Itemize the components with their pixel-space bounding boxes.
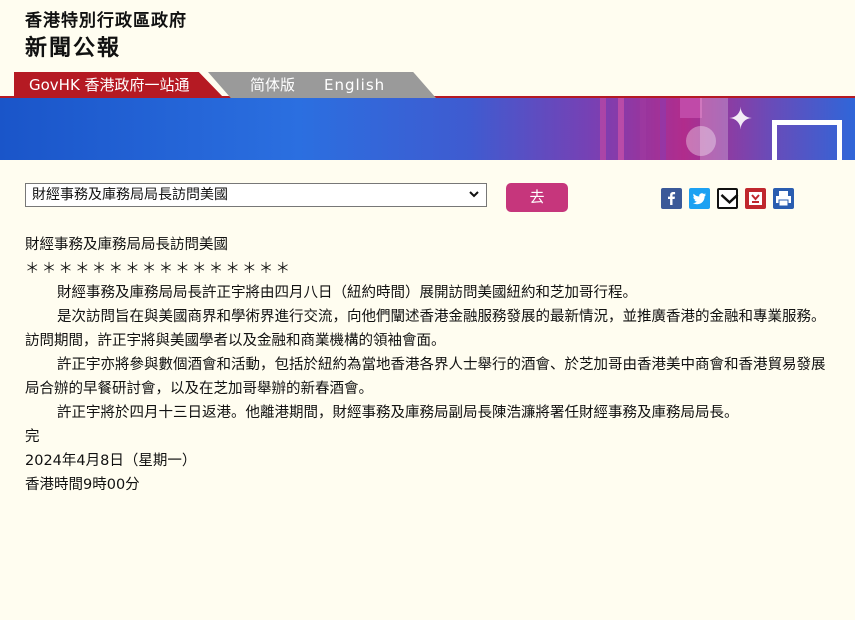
govhk-link[interactable]: GovHK 香港政府一站通 [14, 72, 224, 98]
chevron-down-icon [468, 184, 480, 214]
banner-frame [772, 120, 842, 160]
article-title: 財經事務及庫務局局長訪問美國 [25, 237, 228, 253]
banner-stripe [640, 98, 646, 160]
press-releases-title[interactable]: 新聞公報 [25, 30, 121, 62]
sparkle-icon: ✦ [728, 102, 754, 137]
go-button[interactable]: 去 [506, 183, 568, 212]
language-tabs: 简体版 English [208, 72, 436, 98]
news-select-dropdown[interactable]: 財經事務及庫務局局長訪問美國 [25, 183, 487, 207]
top-nav: GovHK 香港政府一站通 简体版 English [0, 72, 855, 98]
email-icon[interactable] [717, 188, 739, 209]
facebook-icon[interactable] [661, 188, 682, 209]
release-date: 2024年4月8日（星期一） [25, 453, 197, 469]
article-paragraph: 許正宇將於四月十三日返港。他離港期間，財經事務及庫務局副局長陳浩濂將署任財經事務… [57, 405, 739, 421]
select-value: 財經事務及庫務局局長訪問美國 [32, 187, 228, 203]
english-link[interactable]: English [324, 72, 385, 98]
banner-stripe [660, 98, 666, 160]
article-body: 財經事務及庫務局局長訪問美國 ＊＊＊＊＊＊＊＊＊＊＊＊＊＊＊＊ 財經事務及庫務局… [25, 233, 835, 497]
release-time: 香港時間9時00分 [25, 477, 140, 493]
article-paragraph: 財經事務及庫務局局長許正宇將由四月八日（紐約時間）展開訪問美國紐約和芝加哥行程。 [57, 285, 637, 301]
bookmark-icon[interactable] [745, 188, 766, 209]
article-paragraph: 許正宇亦將參與數個酒會和活動，包括於紐約為當地香港各界人士舉行的酒會、於芝加哥由… [25, 357, 826, 397]
site-header: 香港特別行政區政府 新聞公報 [0, 0, 855, 72]
twitter-icon[interactable] [689, 188, 710, 209]
print-icon[interactable] [773, 188, 794, 209]
article-end-mark: 完 [25, 429, 40, 445]
banner-stripe [600, 98, 606, 160]
simplified-chinese-link[interactable]: 简体版 [250, 72, 295, 98]
decorative-banner: ✦ [0, 98, 855, 160]
title-stars: ＊＊＊＊＊＊＊＊＊＊＊＊＊＊＊＊ [25, 261, 293, 277]
government-name: 香港特別行政區政府 [25, 11, 187, 31]
article-paragraph: 是次訪問旨在與美國商界和學術界進行交流，向他們闡述香港金融服務發展的最新情況，並… [25, 309, 826, 349]
banner-block [680, 98, 702, 118]
banner-circle [686, 126, 716, 156]
banner-stripe [618, 98, 624, 160]
